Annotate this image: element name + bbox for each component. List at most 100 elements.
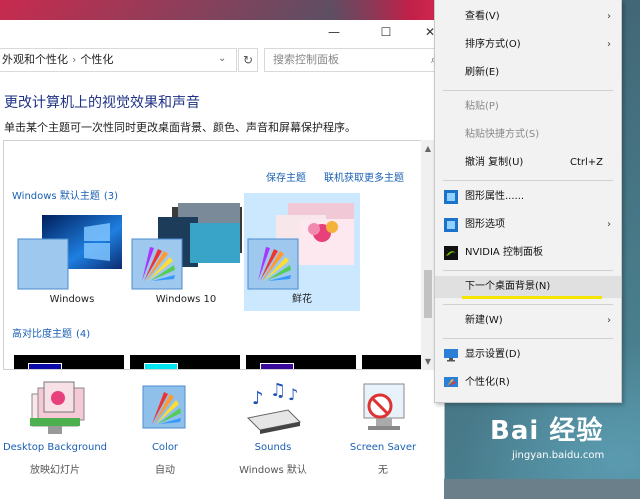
desktop-context-menu: 查看(V) › 排序方式(O) › 刷新(E) 粘贴(P) 粘贴快捷方式(S) 撤消… xyxy=(434,0,622,403)
desktop-background-label: Desktop Background xyxy=(2,442,108,453)
sounds-value: Windows 默认 xyxy=(239,465,307,476)
refresh-button[interactable]: ↻ xyxy=(238,48,258,72)
menu-item-view[interactable]: 查看(V) › xyxy=(435,6,621,28)
menu-label: 刷新(E) xyxy=(465,67,500,78)
desktop-background-icon xyxy=(30,381,85,434)
menu-item-personalize[interactable]: 个性化(R) xyxy=(435,372,621,394)
menu-label: 排序方式(O) xyxy=(465,39,521,50)
menu-label: NVIDIA 控制面板 xyxy=(465,247,543,258)
theme-high-contrast-4[interactable] xyxy=(362,355,422,369)
group-high-contrast: 高对比度主题 (4) xyxy=(12,325,90,340)
theme-name: Windows 10 xyxy=(155,294,217,305)
menu-item-nvidia-control-panel[interactable]: NVIDIA 控制面板 xyxy=(435,242,621,264)
address-bar: 外观和个性化 ›个性化 ⌄ ↻ 搜索控制面板 ⌕ xyxy=(0,48,444,72)
theme-windows-preview xyxy=(17,215,122,290)
menu-item-graphics-properties[interactable]: 图形属性...... xyxy=(435,186,621,208)
menu-separator xyxy=(443,90,613,91)
desktop-background-value: 放映幻灯片 xyxy=(30,465,80,476)
breadcrumb-item-appearance[interactable]: 外观和个性化 xyxy=(2,53,68,66)
screen-saver-value: 无 xyxy=(378,465,388,476)
group-count: (4) xyxy=(76,329,91,340)
scroll-down-icon[interactable]: ▼ xyxy=(423,357,433,366)
theme-high-contrast-2[interactable] xyxy=(130,355,240,369)
theme-windows[interactable]: Windows xyxy=(14,193,130,311)
chevron-right-icon: › xyxy=(607,11,611,22)
minimize-button[interactable]: — xyxy=(312,20,356,44)
menu-label: 查看(V) xyxy=(465,11,500,22)
sounds-icon: ♪ ♫ ♪ xyxy=(246,380,302,434)
menu-label: 图形选项 xyxy=(465,219,505,230)
menu-label: 显示设置(D) xyxy=(465,349,521,360)
menu-label: 下一个桌面背景(N) xyxy=(465,281,551,292)
theme-windows-10[interactable]: Windows 10 xyxy=(128,193,244,311)
color-value: 自动 xyxy=(155,465,175,476)
menu-item-display-settings[interactable]: 显示设置(D) xyxy=(435,344,621,366)
personalization-window: — ☐ ✕ 外观和个性化 ›个性化 ⌄ ↻ 搜索控制面板 ⌕ 更改计算机上的视觉效… xyxy=(0,20,445,499)
breadcrumb[interactable]: 外观和个性化 › 个性化 xyxy=(0,48,237,72)
maximize-button[interactable]: ☐ xyxy=(364,20,408,44)
scrollbar-thumb[interactable] xyxy=(424,270,432,318)
menu-item-refresh[interactable]: 刷新(E) xyxy=(435,62,621,84)
breadcrumb-item-personalization[interactable]: 个性化 xyxy=(80,53,113,66)
menu-label: 新建(W) xyxy=(465,315,503,326)
menu-item-new[interactable]: 新建(W) › xyxy=(435,310,621,332)
theme-flowers-preview xyxy=(247,203,354,290)
svg-text:♪: ♪ xyxy=(252,388,264,409)
menu-label: 撤消 复制(U) xyxy=(465,157,524,168)
page-description: 单击某个主题可一次性同时更改桌面背景、颜色、声音和屏幕保护程序。 xyxy=(4,121,356,134)
search-input[interactable]: 搜索控制面板 ⌕ xyxy=(264,48,444,72)
refresh-icon: ↻ xyxy=(242,53,254,67)
intel-graphics-icon xyxy=(444,190,458,204)
intel-graphics-icon xyxy=(444,218,458,232)
menu-item-undo-copy[interactable]: 撤消 复制(U) Ctrl+Z xyxy=(435,152,621,174)
screen-saver-icon xyxy=(363,383,405,430)
theme-high-contrast-1[interactable] xyxy=(14,355,124,369)
theme-name: Windows xyxy=(49,294,95,305)
menu-label: 个性化(R) xyxy=(465,377,510,388)
theme-high-contrast-3[interactable] xyxy=(246,355,356,369)
menu-shortcut: Ctrl+Z xyxy=(569,157,603,168)
page-title: 更改计算机上的视觉效果和声音 xyxy=(4,95,200,111)
theme-list: 保存主题 联机获取更多主题 Windows 默认主题 (3) Windows W… xyxy=(3,140,423,370)
scroll-up-icon[interactable]: ▲ xyxy=(423,144,433,153)
screen-saver-label: Screen Saver xyxy=(349,442,417,453)
theme-list-scrollbar[interactable] xyxy=(421,140,435,370)
online-themes-link[interactable]: 联机获取更多主题 xyxy=(324,169,404,184)
menu-label: 粘贴(P) xyxy=(465,101,499,112)
theme-windows-10-preview xyxy=(131,203,242,290)
menu-separator xyxy=(443,180,613,181)
chevron-right-icon: › xyxy=(607,219,611,230)
color-button[interactable]: Color 自动 xyxy=(110,378,220,488)
highlight-underline xyxy=(462,296,602,299)
search-placeholder: 搜索控制面板 xyxy=(273,53,339,66)
menu-item-sort-by[interactable]: 排序方式(O) › xyxy=(435,34,621,56)
watermark-brand: Bai 经验 xyxy=(490,416,604,446)
sounds-label: Sounds xyxy=(254,442,292,453)
sounds-button[interactable]: ♪ ♫ ♪ Sounds Windows 默认 xyxy=(218,378,328,488)
theme-flowers[interactable]: 鲜花 xyxy=(244,193,360,311)
title-bar[interactable]: — ☐ ✕ xyxy=(0,20,444,44)
chevron-down-icon[interactable]: ⌄ xyxy=(218,53,226,64)
watermark-url: jingyan.baidu.com xyxy=(512,450,605,461)
menu-separator xyxy=(443,338,613,339)
svg-text:♫: ♫ xyxy=(270,380,286,401)
chevron-right-icon: › xyxy=(607,39,611,50)
save-theme-link[interactable]: 保存主题 xyxy=(266,169,306,184)
menu-item-graphics-options[interactable]: 图形选项 › xyxy=(435,214,621,236)
menu-separator xyxy=(443,304,613,305)
personalization-settings-bar: Desktop Background 放映幻灯片 Color 自动 ♪ ♫ ♪ … xyxy=(0,370,444,499)
menu-item-next-desktop-background[interactable]: 下一个桌面背景(N) xyxy=(435,276,621,298)
baidu-jingyan-watermark: Bai 经验 jingyan.baidu.com xyxy=(482,408,622,470)
display-settings-icon xyxy=(444,349,458,362)
chevron-right-icon: › xyxy=(607,315,611,326)
screen-saver-button[interactable]: Screen Saver 无 xyxy=(328,378,438,488)
menu-item-paste[interactable]: 粘贴(P) xyxy=(435,96,621,118)
menu-item-paste-shortcut[interactable]: 粘贴快捷方式(S) xyxy=(435,124,621,146)
theme-name: 鲜花 xyxy=(292,294,312,305)
svg-text:♪: ♪ xyxy=(288,385,298,404)
color-palette-icon xyxy=(142,385,186,429)
breadcrumb-separator-icon: › xyxy=(72,53,77,66)
desktop-background-button[interactable]: Desktop Background 放映幻灯片 xyxy=(0,378,110,488)
menu-label: 粘贴快捷方式(S) xyxy=(465,129,540,140)
nvidia-icon xyxy=(444,246,458,260)
